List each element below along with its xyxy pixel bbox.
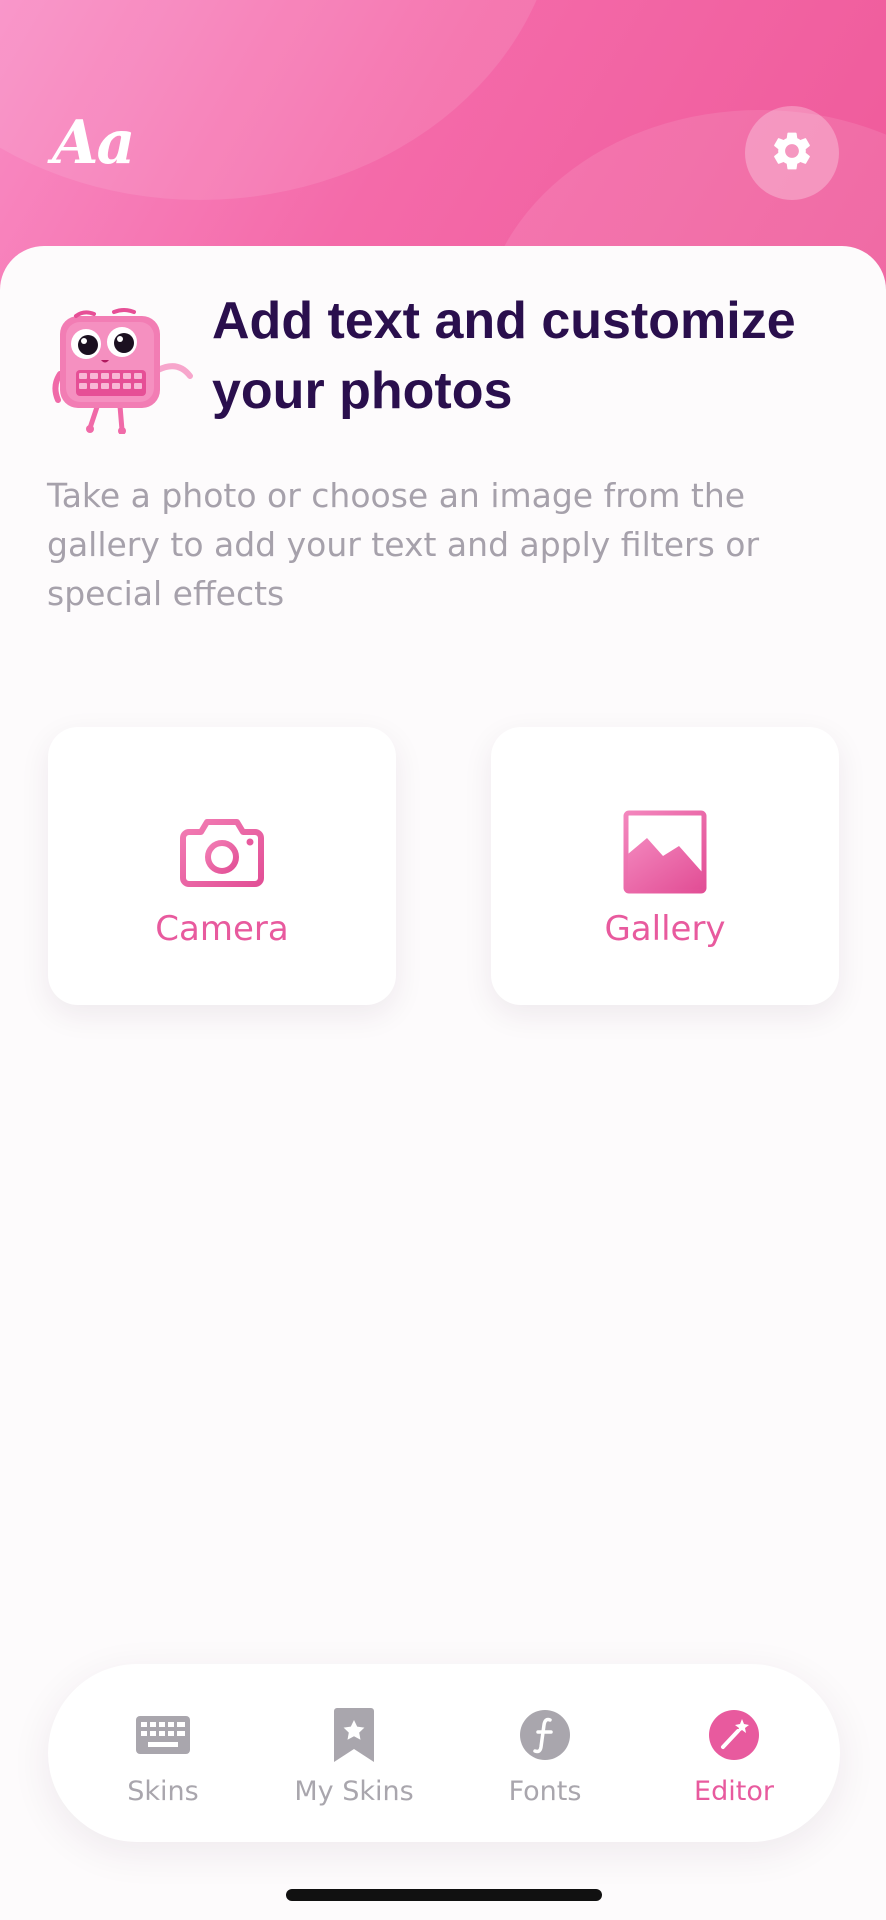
tab-fonts[interactable]: Fonts: [450, 1704, 640, 1807]
camera-button[interactable]: Camera: [48, 727, 396, 1005]
gear-icon: [769, 128, 815, 178]
page-title: Add text and customize your photos: [212, 292, 796, 420]
image-icon: [623, 807, 707, 897]
tab-editor[interactable]: Editor: [639, 1704, 829, 1807]
mascot-illustration: [50, 304, 200, 435]
app-logo: Aa: [52, 108, 135, 178]
tab-skins-label: Skins: [127, 1776, 199, 1807]
font-icon: [450, 1704, 640, 1766]
tab-my-skins[interactable]: My Skins: [259, 1704, 449, 1807]
page-description: Take a photo or choose an image from the…: [47, 476, 760, 613]
keyboard-icon: [68, 1704, 258, 1766]
magic-wand-icon: [639, 1704, 829, 1766]
settings-button[interactable]: [745, 106, 839, 200]
home-indicator[interactable]: [286, 1889, 602, 1901]
gallery-label: Gallery: [604, 909, 726, 949]
bookmark-star-icon: [259, 1704, 449, 1766]
tab-skins[interactable]: Skins: [68, 1704, 258, 1807]
camera-icon: [179, 807, 265, 897]
tab-my-skins-label: My Skins: [294, 1776, 414, 1807]
tab-editor-label: Editor: [694, 1776, 774, 1807]
bottom-tab-bar: Skins My Skins Fonts Editor: [48, 1664, 840, 1842]
camera-label: Camera: [155, 909, 289, 949]
gallery-button[interactable]: Gallery: [491, 727, 839, 1005]
tab-fonts-label: Fonts: [508, 1776, 582, 1807]
